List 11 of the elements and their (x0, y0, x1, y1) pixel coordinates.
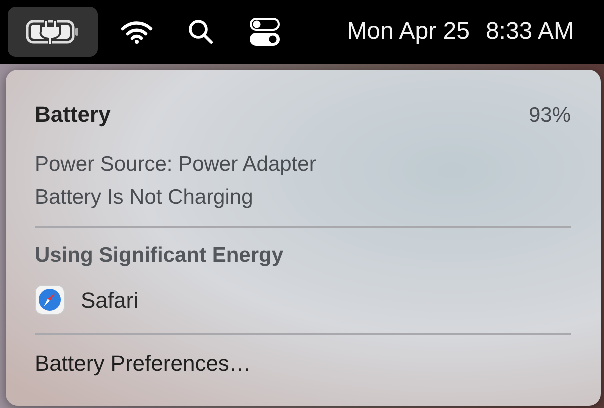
battery-charging-icon[interactable] (8, 7, 98, 57)
status-text: Battery Is Not Charging (35, 185, 254, 211)
status-text: Power Source: Power Adapter (35, 152, 318, 178)
app-name: Safari (81, 286, 138, 314)
menu-title: Battery (35, 101, 111, 129)
compass-icon (35, 285, 65, 315)
preferences-menu-item[interactable]: Battery Preferences… (35, 346, 252, 380)
section-heading: Using Significant Energy (35, 243, 285, 269)
battery-percentage: 93% (528, 103, 571, 129)
menu-bar-time: 8:33 AM (486, 17, 574, 47)
menu-bar-date: Mon Apr 25 (347, 17, 470, 47)
